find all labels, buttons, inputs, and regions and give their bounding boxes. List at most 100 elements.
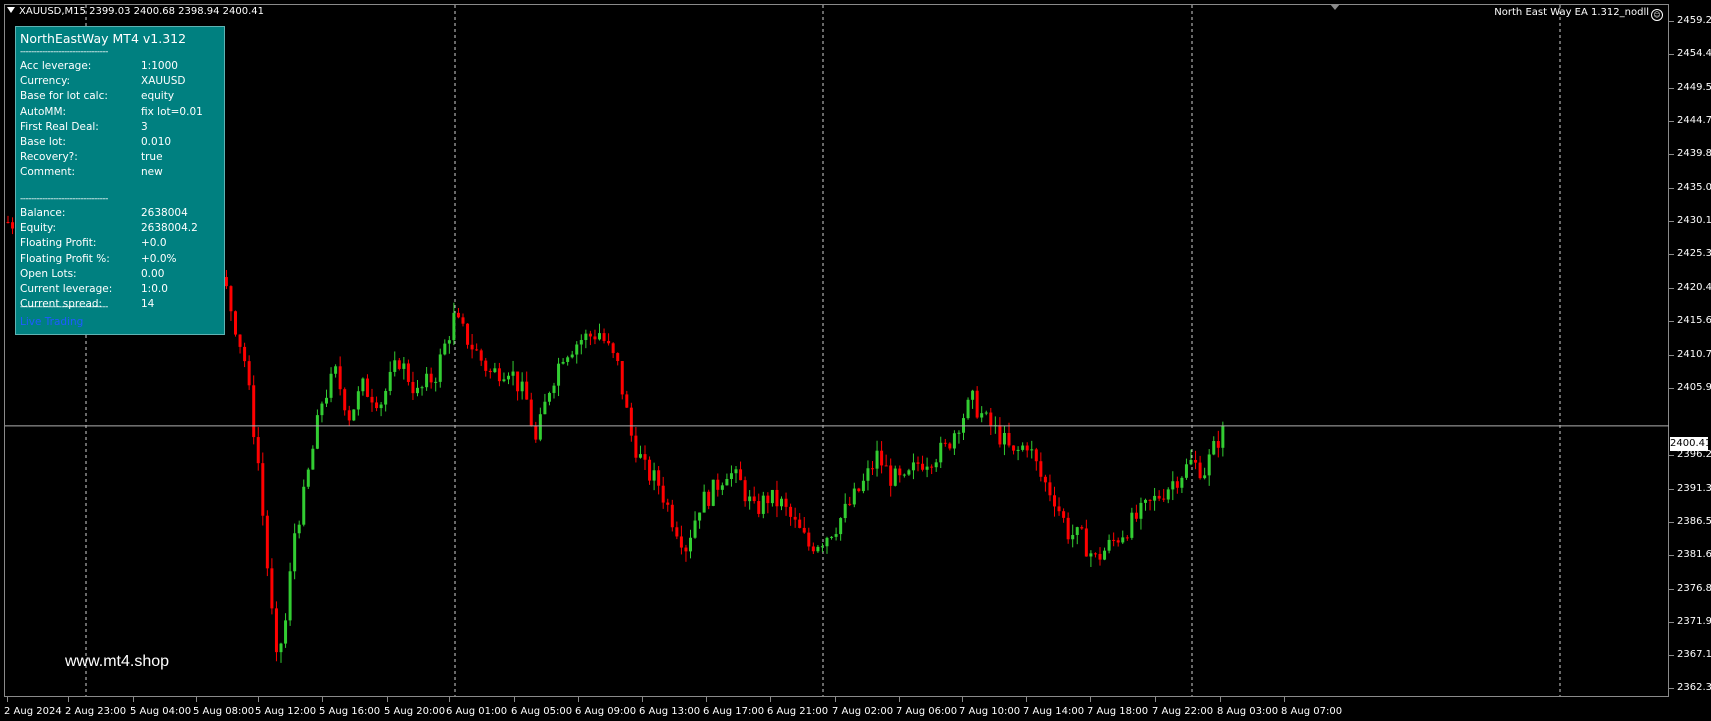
- candle-body: [274, 608, 278, 653]
- candle-body: [725, 479, 729, 486]
- candle-body: [925, 466, 929, 470]
- status-link[interactable]: Live Trading: [20, 316, 83, 328]
- candle-body: [848, 503, 852, 505]
- stats-label: Balance:: [20, 207, 66, 219]
- time-tick-label: 5 Aug 08:00: [193, 706, 255, 717]
- candle-body: [1148, 499, 1152, 501]
- price-tick-label: 2459.20: [1677, 15, 1711, 26]
- smiley-icon[interactable]: ☺: [1651, 9, 1663, 21]
- candle-body: [1121, 537, 1125, 543]
- candle-body: [243, 346, 247, 362]
- symbol-info: XAUUSD,M15 2399.03 2400.68 2398.94 2400.…: [7, 6, 264, 17]
- candle-body: [288, 571, 292, 621]
- time-tick-label: 8 Aug 03:00: [1217, 706, 1279, 717]
- candle-body: [652, 470, 656, 481]
- candle-body: [1207, 454, 1211, 476]
- candle-body: [370, 396, 374, 403]
- candle-body: [547, 392, 551, 402]
- price-tick-label: 2362.30: [1677, 682, 1711, 693]
- candle-body: [720, 485, 724, 490]
- candle-body: [866, 468, 870, 481]
- candle-body: [329, 373, 333, 398]
- candle-body: [739, 469, 743, 481]
- candle-body: [557, 363, 561, 386]
- candle-body: [1166, 489, 1170, 500]
- settings-value: new: [141, 166, 163, 179]
- price-tick-label: 2449.50: [1677, 82, 1711, 93]
- price-tick: [1669, 388, 1674, 389]
- candle-body: [265, 515, 269, 569]
- candle-body: [311, 448, 315, 470]
- candle-body: [511, 371, 515, 376]
- settings-row: Base for lot calc: equity: [20, 90, 174, 102]
- candle-body: [1089, 553, 1093, 557]
- candle-body: [629, 407, 633, 436]
- candle-body: [584, 333, 588, 341]
- shift-marker-icon[interactable]: [1330, 4, 1340, 10]
- time-tick-label: 7 Aug 06:00: [896, 706, 958, 717]
- price-tick: [1669, 221, 1674, 222]
- candle-body: [1043, 476, 1047, 483]
- time-tick: [7, 697, 8, 702]
- stats-value: +0.0: [141, 237, 167, 250]
- time-tick-label: 6 Aug 17:00: [703, 706, 765, 717]
- chart-window[interactable]: XAUUSD,M15 2399.03 2400.68 2398.94 2400.…: [0, 0, 1711, 721]
- candle-body: [734, 469, 738, 474]
- panel-title: NorthEastWay MT4 v1.312: [20, 31, 187, 46]
- time-tick-label: 6 Aug 13:00: [639, 706, 701, 717]
- candle-body: [839, 518, 843, 535]
- price-tick: [1669, 555, 1674, 556]
- price-tick: [1669, 154, 1674, 155]
- settings-label: Acc leverage:: [20, 60, 92, 72]
- candle-body: [907, 470, 911, 475]
- candle-body: [1189, 459, 1193, 465]
- candle-body: [880, 450, 884, 466]
- candle-body: [830, 536, 834, 538]
- time-tick: [258, 697, 259, 702]
- candle-body: [570, 354, 574, 358]
- candle-body: [497, 368, 501, 382]
- candle-body: [620, 361, 624, 395]
- caret-down-icon[interactable]: [7, 7, 15, 13]
- candle-body: [784, 498, 788, 507]
- candle-body: [952, 433, 956, 449]
- candle-body: [375, 402, 379, 409]
- candle-body: [229, 286, 233, 312]
- candle-body: [575, 344, 579, 355]
- stats-row: Balance: 2638004: [20, 207, 188, 219]
- candle-body: [1048, 482, 1052, 496]
- candle-body: [598, 333, 601, 340]
- candle-body: [852, 488, 856, 505]
- candle-body: [666, 502, 670, 505]
- candle-body: [689, 537, 692, 552]
- time-tick: [899, 697, 900, 702]
- time-tick-label: 6 Aug 05:00: [511, 706, 573, 717]
- price-chart[interactable]: [0, 0, 1711, 721]
- price-tick: [1669, 688, 1674, 689]
- candle-body: [939, 442, 943, 463]
- watermark: www.mt4.shop: [65, 653, 170, 670]
- candle-body: [775, 489, 779, 507]
- candle-body: [1184, 464, 1188, 478]
- candle-body: [1103, 550, 1107, 560]
- settings-row: AutoMM: fix lot=0.01: [20, 106, 203, 118]
- candle-body: [1066, 517, 1070, 540]
- price-tick-label: 2454.40: [1677, 48, 1711, 59]
- candle-body: [743, 480, 747, 502]
- candle-body: [302, 486, 306, 525]
- settings-row: Acc leverage: 1:1000: [20, 60, 178, 72]
- candle-body: [470, 344, 474, 350]
- current-price-label: 2400.41: [1670, 437, 1711, 451]
- stats-label: Floating Profit %:: [20, 252, 110, 265]
- candle-body: [1071, 534, 1075, 540]
- time-tick: [449, 697, 450, 702]
- settings-value: 0.010: [141, 136, 172, 148]
- price-tick: [1669, 21, 1674, 22]
- candle-body: [793, 516, 797, 520]
- time-tick-label: 7 Aug 02:00: [832, 706, 894, 717]
- candle-body: [247, 361, 251, 386]
- candle-body: [238, 334, 242, 347]
- candle-body: [416, 387, 419, 394]
- price-tick: [1669, 655, 1674, 656]
- candle-body: [1221, 425, 1225, 448]
